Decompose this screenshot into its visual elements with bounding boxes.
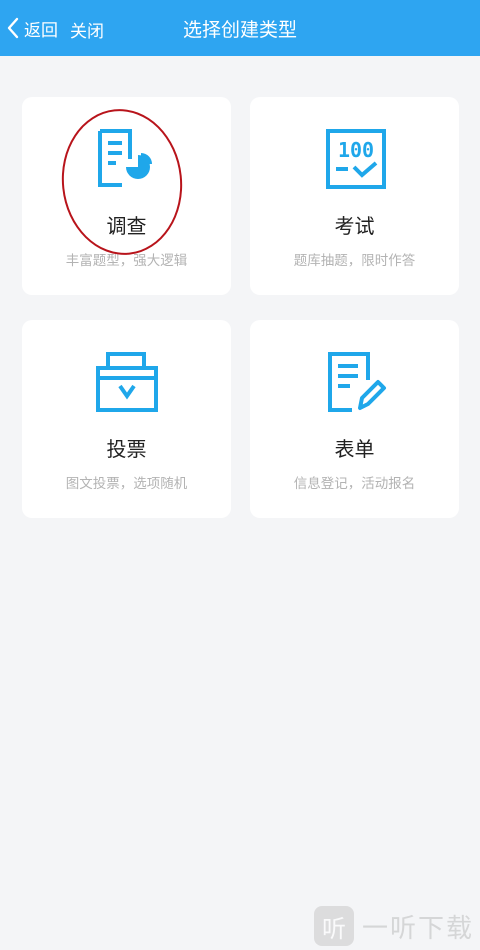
card-form[interactable]: 表单 信息登记，活动报名 — [250, 320, 459, 518]
svg-text:100: 100 — [338, 138, 374, 162]
exam-score-icon: 100 — [326, 129, 386, 189]
header-bar: 返回 关闭 选择创建类型 — [0, 0, 480, 56]
card-title: 考试 — [334, 214, 375, 238]
watermark-logo: 听 — [313, 906, 354, 946]
card-exam[interactable]: 100 考试 题库抽题，限时作答 — [250, 97, 459, 295]
page-title: 选择创建类型 — [182, 19, 297, 41]
form-edit-icon — [328, 352, 386, 412]
watermark: 听 一听下载 — [313, 906, 474, 946]
watermark-text: 一听下载 — [361, 913, 474, 944]
card-title: 投票 — [106, 437, 147, 461]
card-vote[interactable]: 投票 图文投票，选项随机 — [22, 320, 231, 518]
vote-box-icon — [96, 352, 158, 412]
card-subtitle: 信息登记，活动报名 — [293, 476, 416, 492]
card-subtitle: 题库抽题，限时作答 — [293, 253, 416, 269]
card-title: 表单 — [334, 437, 375, 461]
card-subtitle: 图文投票，选项随机 — [65, 476, 188, 492]
